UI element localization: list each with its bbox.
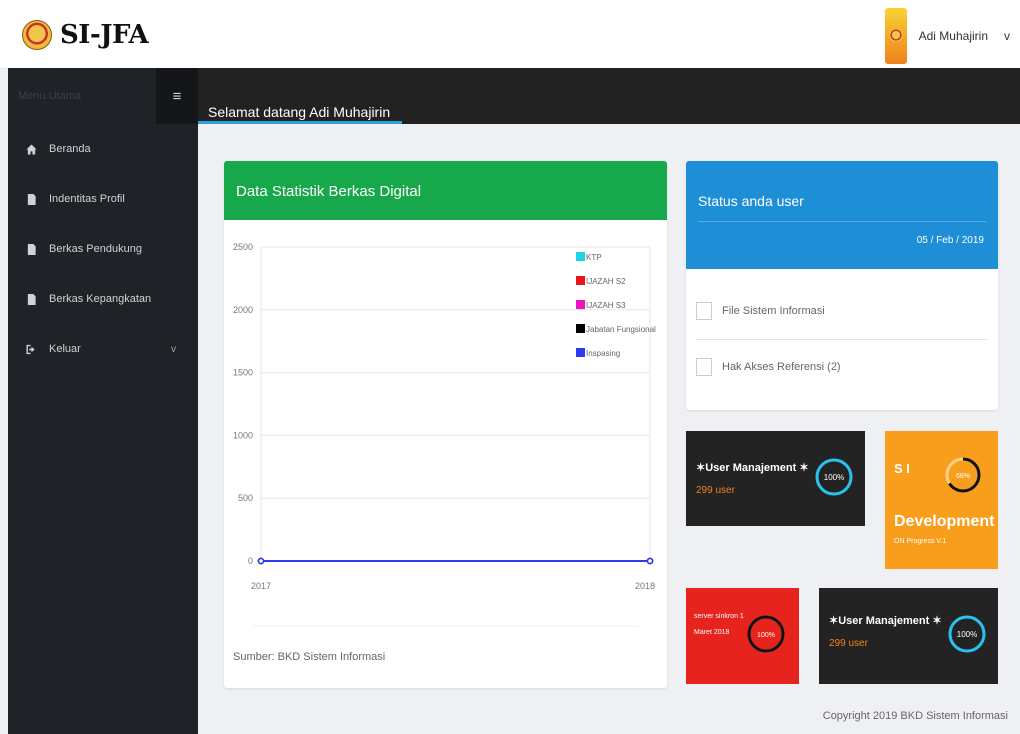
checklist-label: File Sistem Informasi xyxy=(722,305,825,317)
title-underline xyxy=(198,121,402,124)
home-icon xyxy=(26,143,37,155)
signout-icon xyxy=(26,344,35,354)
progress-ring: 66% xyxy=(945,457,981,493)
file-icon xyxy=(27,243,36,255)
tile-subtitle: Maret 2018 xyxy=(694,629,730,636)
sidebar-item-label: Keluar xyxy=(49,343,81,355)
status-card: Status anda user 05 / Feb / 2019 File Si… xyxy=(686,161,998,410)
checklist-label: Hak Akses Referensi (2) xyxy=(722,361,841,373)
chart-card-header: Data Statistik Berkas Digital xyxy=(224,161,667,220)
sidebar-item-label: Berkas Kepangkatan xyxy=(49,293,152,305)
si-development-tile[interactable]: S I 66% Development ON Progress V.1 xyxy=(885,431,998,569)
file-icon xyxy=(27,193,36,205)
footer-copyright: Copyright 2019 BKD Sistem Informasi xyxy=(822,710,1008,722)
progress-ring: 100% xyxy=(815,458,853,496)
legend-label: IJAZAH S3 xyxy=(586,301,626,310)
app-logo[interactable]: SI-JFA xyxy=(22,20,149,50)
divider xyxy=(698,221,986,222)
y-tick-label: 1500 xyxy=(233,368,253,378)
progress-ring: 100% xyxy=(747,615,785,653)
line-chart: 0 500 1000 1500 2000 2500 2017 2018 KTP IJAZAH S2… xyxy=(233,242,656,627)
y-tick-label: 2500 xyxy=(233,242,253,252)
tile-title: ✶User Manajement ✶ xyxy=(696,462,809,474)
sidebar-item-berkas-pendukung[interactable]: Berkas Pendukung xyxy=(8,224,198,274)
user-menu[interactable]: Adi Muhajirin v xyxy=(884,8,1010,64)
chart-source: Sumber: BKD Sistem Informasi xyxy=(233,651,386,663)
y-tick-label: 500 xyxy=(238,493,253,503)
legend-label: IJAZAH S2 xyxy=(586,277,626,286)
checkbox[interactable] xyxy=(696,302,712,320)
sidebar-header: Menu Utama ≡ xyxy=(8,68,198,124)
menu-toggle-button[interactable]: ≡ xyxy=(156,68,198,124)
tile-heading: Development xyxy=(894,513,995,530)
divider xyxy=(696,339,988,340)
server-sync-tile[interactable]: server sinkron 1 Maret 2018 100% xyxy=(686,588,799,684)
data-point xyxy=(646,557,654,565)
chevron-down-icon[interactable]: v xyxy=(1004,29,1010,43)
avatar xyxy=(884,8,907,64)
status-date: 05 / Feb / 2019 xyxy=(916,235,984,246)
user-management-tile[interactable]: ✶User Manajement ✶ 299 user 100% xyxy=(819,588,998,684)
legend-swatch xyxy=(576,348,585,357)
sidebar-item-label: Berkas Pendukung xyxy=(49,243,142,255)
legend-swatch xyxy=(576,300,585,309)
sidebar-item-label: Beranda xyxy=(49,143,91,155)
y-tick-label: 2000 xyxy=(233,305,253,315)
tile-title: server sinkron 1 xyxy=(694,613,744,620)
tile-subtitle: ON Progress V.1 xyxy=(894,538,947,545)
y-tick-label: 1000 xyxy=(233,430,253,440)
chart-card-title: Data Statistik Berkas Digital xyxy=(236,183,422,200)
page-header: Selamat datang Adi Muhajirin xyxy=(198,68,1020,124)
status-card-title: Status anda user xyxy=(698,193,804,209)
progress-percent: 100% xyxy=(957,630,977,639)
data-point xyxy=(257,557,265,565)
x-tick-label: 2018 xyxy=(635,581,655,591)
legend-swatch xyxy=(576,324,585,333)
app-title: SI-JFA xyxy=(60,20,149,50)
chevron-down-icon[interactable]: v xyxy=(171,344,176,355)
tile-title: ✶User Manajement ✶ xyxy=(829,615,942,627)
checklist-item[interactable]: File Sistem Informasi xyxy=(696,302,825,320)
top-bar: SI-JFA Adi Muhajirin v xyxy=(0,0,1020,69)
progress-ring: 100% xyxy=(948,615,986,653)
user-management-tile[interactable]: ✶User Manajement ✶ 299 user 100% xyxy=(686,431,865,526)
checkbox[interactable] xyxy=(696,358,712,376)
sidebar: Menu Utama ≡ Beranda Indentitas Profil B… xyxy=(8,68,198,734)
page-title: Selamat datang Adi Muhajirin xyxy=(208,104,391,120)
y-tick-label: 0 xyxy=(248,556,253,566)
statistics-chart-card: Data Statistik Berkas Digital 0 500 1000 15… xyxy=(224,161,667,688)
legend-label: KTP xyxy=(586,253,602,262)
tile-subtitle: 299 user xyxy=(829,638,868,649)
x-tick-label: 2017 xyxy=(251,581,271,591)
legend-swatch xyxy=(576,252,585,261)
file-icon xyxy=(27,293,36,305)
checklist-item[interactable]: Hak Akses Referensi (2) xyxy=(696,358,841,376)
legend-label: Inspasing xyxy=(586,349,620,358)
progress-percent: 100% xyxy=(757,632,775,639)
progress-percent: 66% xyxy=(956,473,970,480)
sidebar-item-beranda[interactable]: Beranda xyxy=(8,124,198,174)
tile-subtitle: 299 user xyxy=(696,485,735,496)
menu-title: Menu Utama xyxy=(18,90,81,102)
legend-label: Jabatan Fungsional xyxy=(586,325,656,334)
sidebar-item-keluar[interactable]: Keluar v xyxy=(8,324,198,374)
status-card-header: Status anda user 05 / Feb / 2019 xyxy=(686,161,998,269)
sidebar-item-indentitas-profil[interactable]: Indentitas Profil xyxy=(8,174,198,224)
sidebar-item-label: Indentitas Profil xyxy=(49,193,125,205)
seal-icon xyxy=(22,20,52,50)
sidebar-item-berkas-kepangkatan[interactable]: Berkas Kepangkatan xyxy=(8,274,198,324)
user-name: Adi Muhajirin xyxy=(918,29,988,43)
tile-title: S I xyxy=(894,461,910,476)
legend-swatch xyxy=(576,276,585,285)
progress-percent: 100% xyxy=(824,473,844,482)
